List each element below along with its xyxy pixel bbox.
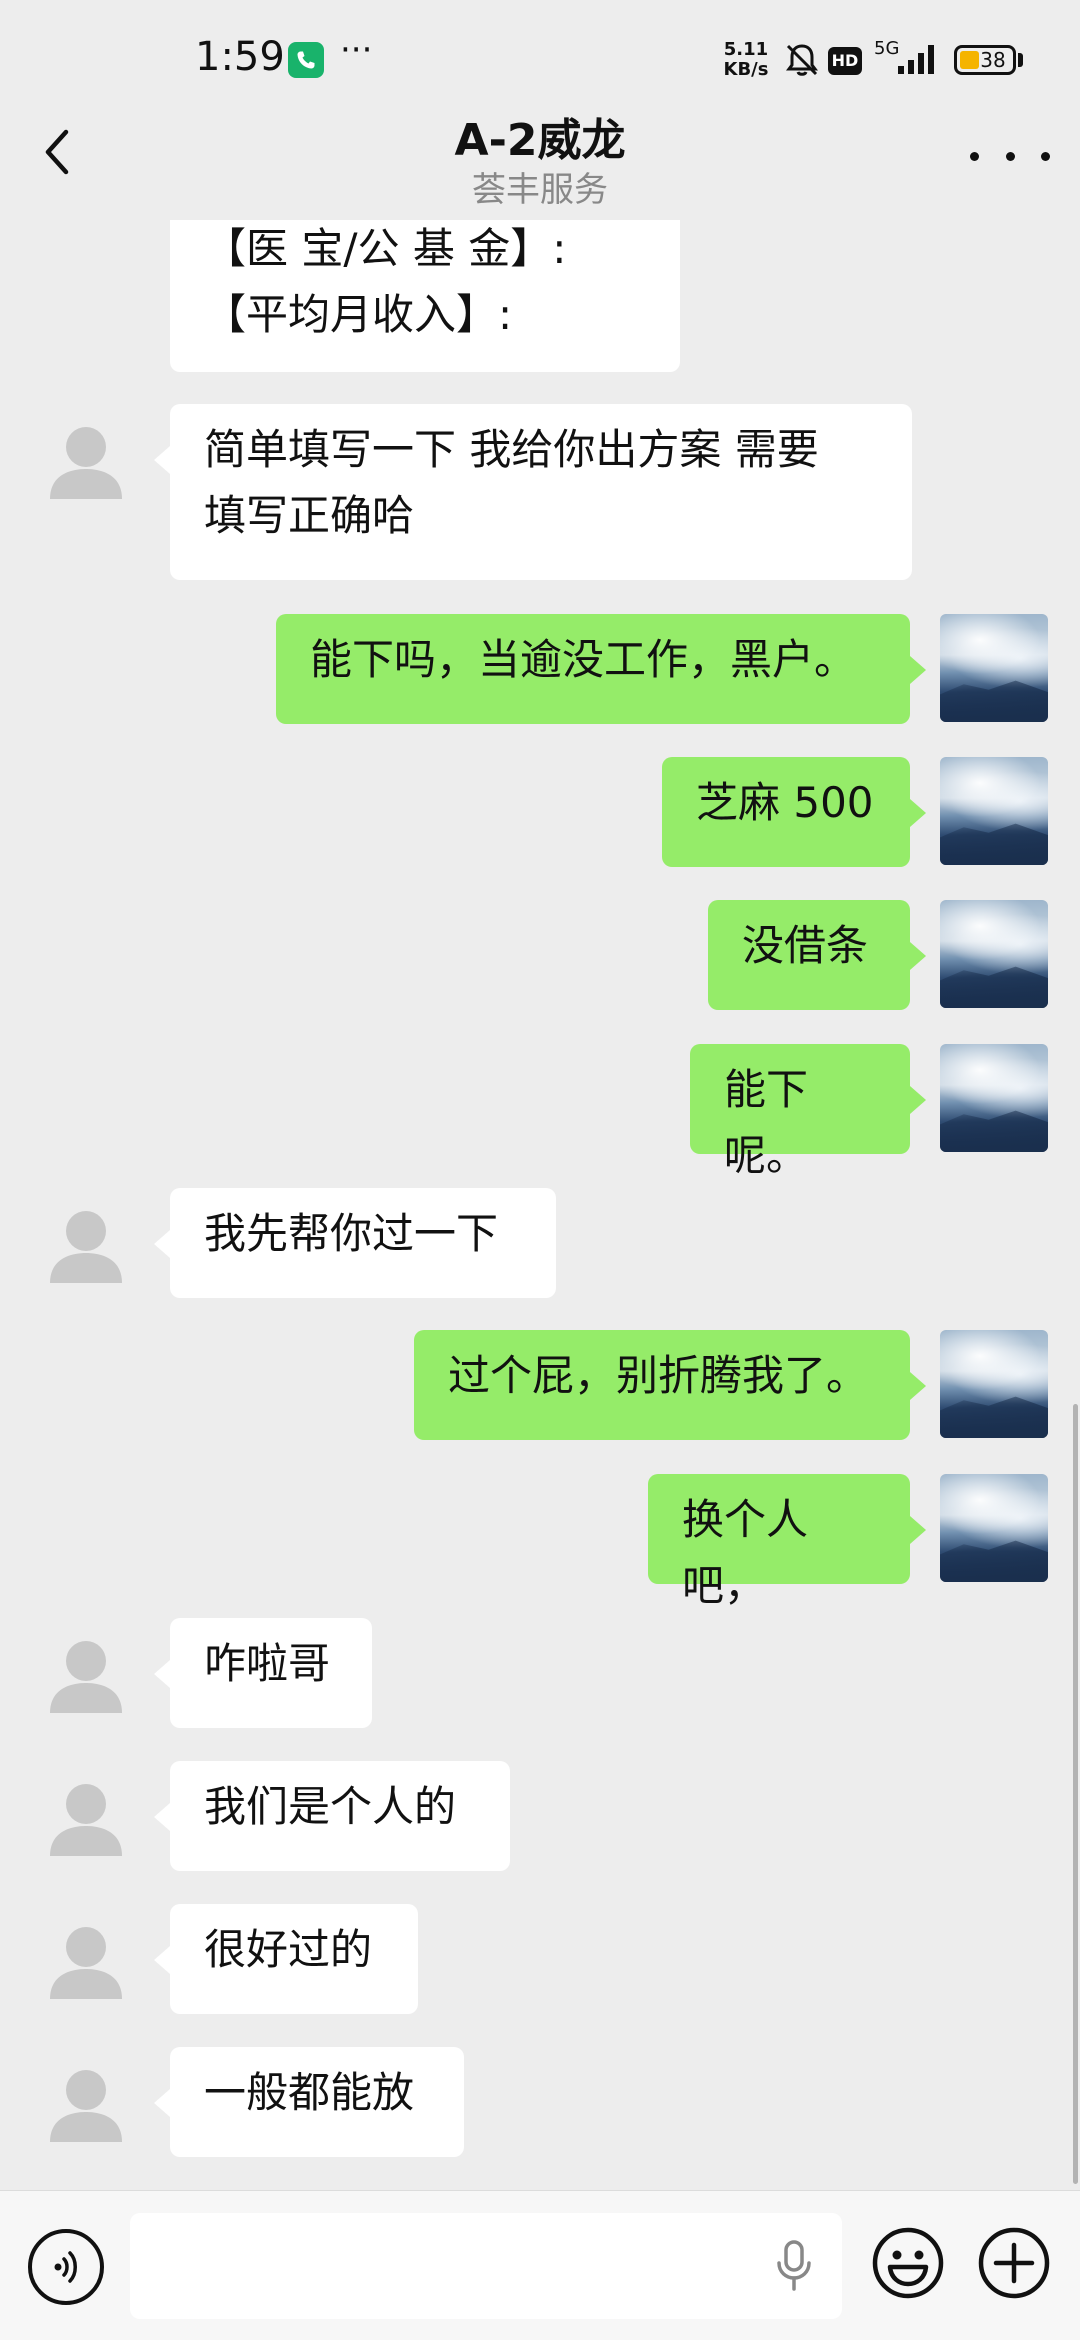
message-list[interactable]: 【医 宝/公 基 金】: 【平均月收入】: 简单填写一下 我给你出方案 需要 填… <box>0 220 1080 2190</box>
plus-icon <box>978 2227 1050 2299</box>
landscape-avatar[interactable] <box>940 614 1048 722</box>
default-avatar-icon <box>50 1784 122 1856</box>
battery-tip <box>1018 53 1023 67</box>
avatar[interactable] <box>30 403 142 515</box>
phone-icon <box>288 42 324 78</box>
hd-badge: HD <box>828 47 862 75</box>
battery-icon: 38 <box>954 45 1016 75</box>
network-speed-value: 5.11 <box>723 39 769 60</box>
message-bubble-incoming[interactable]: 简单填写一下 我给你出方案 需要 填写正确哈 <box>154 404 912 580</box>
message-bubble-incoming[interactable]: 咋啦哥 <box>154 1618 372 1728</box>
chat-title: A-2威龙 <box>454 115 626 166</box>
input-bar <box>0 2190 1080 2340</box>
landscape-avatar[interactable] <box>940 900 1048 1008</box>
battery-percent: 38 <box>980 48 1006 72</box>
more-icon-dot <box>970 151 979 161</box>
more-icon-dot <box>1005 151 1015 161</box>
voice-icon <box>54 2251 77 2283</box>
chat-header: A-2威龙 荟丰服务 <box>0 96 1080 220</box>
message-bubble-outgoing[interactable]: 芝麻 500 <box>662 757 926 867</box>
avatar[interactable] <box>30 1903 142 2015</box>
scrollbar[interactable] <box>1073 1404 1078 2184</box>
avatar[interactable] <box>30 1187 142 1299</box>
emoji-icon <box>872 2227 944 2299</box>
signal-icon <box>896 42 940 80</box>
more-icon-dot <box>1041 151 1050 161</box>
default-avatar-icon <box>50 1641 122 1713</box>
network-speed: 5.11 KB/s <box>718 40 774 80</box>
message-bubble-incoming[interactable]: 我先帮你过一下 <box>154 1188 556 1298</box>
landscape-avatar[interactable] <box>940 1044 1048 1152</box>
message-bubble-outgoing[interactable]: 能下呢。 <box>690 1044 926 1180</box>
message-bubble-incoming[interactable]: 我们是个人的 <box>154 1761 510 1871</box>
default-avatar-icon <box>50 1927 122 1999</box>
landscape-avatar[interactable] <box>940 1330 1048 1438</box>
network-speed-unit: KB/s <box>723 59 769 80</box>
message-bubble-outgoing[interactable]: 没借条 <box>708 900 926 1010</box>
chat-subtitle: 荟丰服务 <box>472 170 608 210</box>
default-avatar-icon <box>50 2070 122 2142</box>
landscape-avatar[interactable] <box>940 1474 1048 1582</box>
avatar[interactable] <box>30 1760 142 1872</box>
default-avatar-icon <box>50 427 122 499</box>
default-avatar-icon <box>50 1211 122 1283</box>
status-time: 1:59 <box>195 34 285 80</box>
emoji-button[interactable] <box>870 2225 946 2301</box>
notification-dots: ··· <box>340 30 373 70</box>
avatar[interactable] <box>30 1617 142 1729</box>
message-bubble-outgoing[interactable]: 换个人吧， <box>648 1474 926 1610</box>
avatar[interactable] <box>30 2046 142 2158</box>
mute-bell-icon <box>782 40 822 84</box>
message-bubble-incoming[interactable]: 【医 宝/公 基 金】: 【平均月收入】: <box>170 220 680 372</box>
microphone-icon[interactable] <box>772 2239 816 2297</box>
message-bubble-outgoing[interactable]: 能下吗，当逾没工作，黑户。 <box>276 614 926 724</box>
more-button[interactable] <box>970 126 1050 186</box>
message-bubble-outgoing[interactable]: 过个屁，别折腾我了。 <box>414 1330 926 1440</box>
message-bubble-incoming[interactable]: 很好过的 <box>154 1904 418 2014</box>
plus-button[interactable] <box>976 2225 1052 2301</box>
landscape-avatar[interactable] <box>940 757 1048 865</box>
message-input[interactable] <box>130 2213 842 2319</box>
message-bubble-incoming[interactable]: 一般都能放 <box>154 2047 464 2157</box>
voice-button[interactable] <box>28 2229 104 2305</box>
